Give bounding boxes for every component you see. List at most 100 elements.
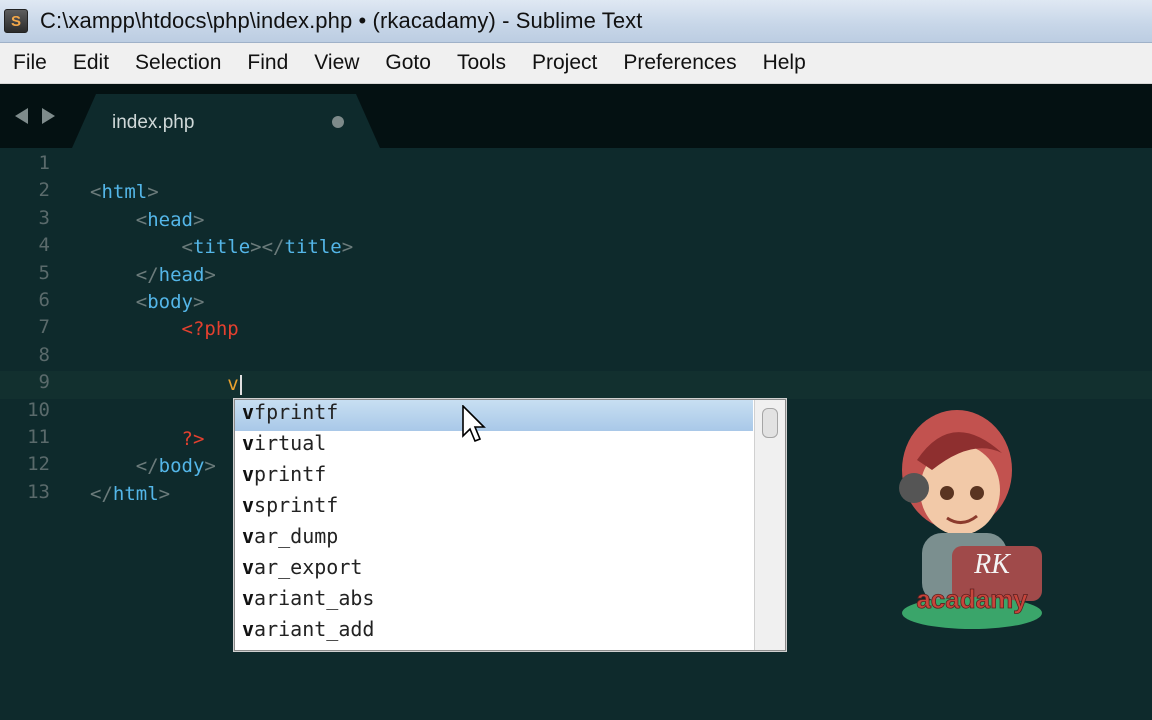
code-token-tag: title bbox=[284, 236, 342, 259]
code-line[interactable]: <title></title> bbox=[90, 234, 354, 261]
autocomplete-item-virtual[interactable]: virtual bbox=[235, 431, 753, 462]
rk-acadamy-logo: RK acadamy bbox=[899, 410, 1042, 629]
code-token-p: </ bbox=[90, 482, 113, 505]
menu-tools[interactable]: Tools bbox=[444, 51, 519, 75]
item-label: ariant_abs bbox=[254, 586, 375, 610]
window-title: C:\xampp\htdocs\php\index.php • (rkacada… bbox=[40, 8, 643, 33]
line-number: 5 bbox=[38, 261, 50, 284]
code-token-p: </ bbox=[135, 263, 159, 286]
line-number: 13 bbox=[27, 480, 50, 503]
line-number-gutter: 1 2 3 4 5 6 7 8 9 10 11 12 13 bbox=[0, 152, 60, 508]
menu-bar: File Edit Selection Find View Goto Tools… bbox=[0, 43, 1152, 84]
tab-bar: index.php bbox=[0, 84, 1152, 148]
tab-label: index.php bbox=[112, 112, 195, 133]
code-token-p: < bbox=[90, 181, 102, 204]
sublime-app-icon[interactable]: S bbox=[4, 9, 28, 33]
autocomplete-popup: vfprintf virtual vprintf vsprintf var_dump va… bbox=[234, 399, 786, 651]
item-label: ar_export bbox=[254, 555, 363, 579]
line-number: 4 bbox=[38, 234, 50, 257]
autocomplete-item-var-export[interactable]: var_export bbox=[235, 555, 753, 586]
menu-help[interactable]: Help bbox=[750, 51, 819, 75]
match-highlight: v bbox=[242, 586, 255, 610]
code-token-php: ?> bbox=[181, 427, 205, 450]
code-line[interactable]: <html> bbox=[90, 179, 353, 206]
match-highlight: v bbox=[242, 400, 255, 424]
code-token-p: > bbox=[158, 482, 171, 505]
code-line[interactable]: <?php bbox=[90, 316, 353, 343]
scrollbar-thumb[interactable] bbox=[762, 408, 778, 438]
menu-goto[interactable]: Goto bbox=[372, 51, 444, 75]
tab-index-php[interactable]: index.php bbox=[72, 94, 380, 148]
item-label: irtual bbox=[254, 431, 327, 455]
code-token-p: </ bbox=[135, 455, 159, 478]
code-token-p: > bbox=[192, 290, 205, 313]
unsaved-dot-icon[interactable] bbox=[332, 116, 344, 128]
code-token-p: > bbox=[192, 208, 205, 231]
autocomplete-item-var-dump[interactable]: var_dump bbox=[235, 524, 753, 555]
item-label: ariant_add bbox=[254, 617, 375, 641]
code-token-p: < bbox=[135, 290, 148, 313]
code-token-typed: v bbox=[227, 373, 239, 396]
match-highlight: v bbox=[242, 555, 255, 579]
code-token-p: < bbox=[135, 208, 148, 231]
line-number: 9 bbox=[38, 371, 50, 394]
code-token-php: <?php bbox=[181, 318, 239, 341]
line-number: 3 bbox=[38, 206, 50, 229]
menu-selection[interactable]: Selection bbox=[122, 51, 234, 75]
line-number: 11 bbox=[27, 425, 50, 448]
code-line[interactable]: <head> bbox=[90, 207, 353, 234]
menu-view[interactable]: View bbox=[301, 51, 372, 75]
logo-acadamy-text: acadamy bbox=[916, 584, 1028, 614]
item-label: ar_dump bbox=[254, 524, 339, 548]
menu-file[interactable]: File bbox=[0, 51, 60, 75]
autocomplete-scrollbar[interactable] bbox=[754, 400, 785, 650]
line-number: 10 bbox=[27, 398, 50, 421]
menu-find[interactable]: Find bbox=[234, 51, 301, 75]
code-token-p: ></ bbox=[250, 236, 285, 259]
code-token-p: > bbox=[204, 455, 216, 478]
code-token-tag: body bbox=[158, 455, 205, 478]
code-line[interactable]: <body> bbox=[90, 289, 353, 316]
code-token-tag: body bbox=[147, 290, 193, 313]
autocomplete-list: vfprintf virtual vprintf vsprintf var_dump va… bbox=[235, 400, 753, 648]
match-highlight: v bbox=[242, 524, 255, 548]
menu-edit[interactable]: Edit bbox=[60, 51, 122, 75]
tab-next-icon[interactable] bbox=[40, 106, 58, 126]
menu-preferences[interactable]: Preferences bbox=[610, 51, 749, 75]
match-highlight: v bbox=[242, 431, 255, 455]
mouse-pointer-icon bbox=[462, 405, 486, 443]
code-token-tag: head bbox=[147, 208, 193, 231]
match-highlight: v bbox=[242, 493, 255, 517]
autocomplete-item-vfprintf[interactable]: vfprintf bbox=[235, 400, 753, 431]
match-highlight: v bbox=[242, 462, 255, 486]
tab-prev-icon[interactable] bbox=[12, 106, 30, 126]
code-line[interactable] bbox=[90, 344, 353, 371]
code-token-tag: head bbox=[158, 263, 205, 286]
autocomplete-item-vprintf[interactable]: vprintf bbox=[235, 462, 753, 493]
code-token-tag: html bbox=[112, 482, 159, 505]
autocomplete-item-variant-add[interactable]: variant_add bbox=[235, 617, 753, 648]
code-token-tag: html bbox=[101, 181, 148, 204]
item-label: sprintf bbox=[254, 493, 339, 517]
app-icon-letter: S bbox=[10, 12, 21, 30]
line-number: 7 bbox=[38, 316, 50, 339]
line-number: 8 bbox=[38, 343, 50, 366]
tab-nav bbox=[12, 106, 58, 126]
line-number: 12 bbox=[27, 453, 50, 476]
menu-project[interactable]: Project bbox=[519, 51, 610, 75]
code-line[interactable] bbox=[90, 152, 353, 179]
autocomplete-item-vsprintf[interactable]: vsprintf bbox=[235, 493, 753, 524]
code-line[interactable]: </head> bbox=[90, 262, 353, 289]
autocomplete-item-variant-abs[interactable]: variant_abs bbox=[235, 586, 753, 617]
code-line[interactable]: v bbox=[90, 371, 353, 398]
line-number: 6 bbox=[38, 288, 50, 311]
code-token-p: > bbox=[204, 263, 216, 286]
